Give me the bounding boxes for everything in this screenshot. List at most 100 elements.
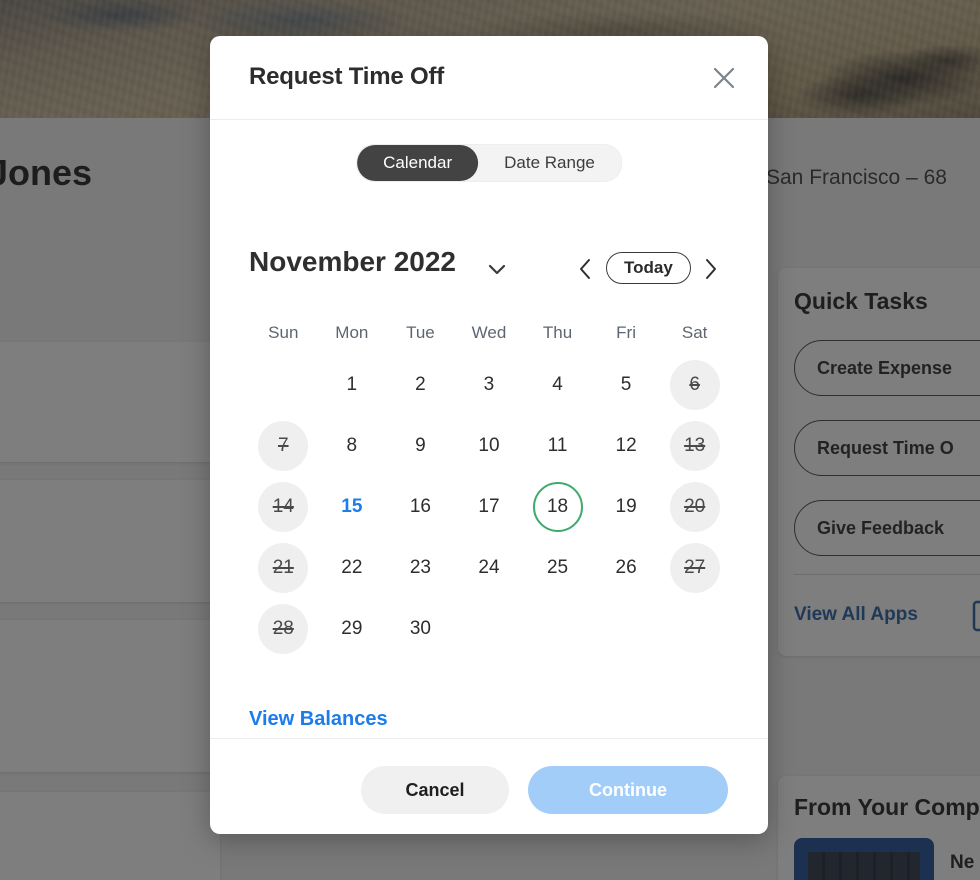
weekday-label-tue: Tue (406, 323, 435, 342)
chevron-left-icon[interactable] (568, 250, 602, 288)
calendar-day-5[interactable]: 5 (601, 360, 651, 410)
calendar-week-row: 7 8 9 10 11 12 13 (249, 415, 729, 476)
calendar-day-30[interactable]: 30 (395, 604, 445, 654)
calendar-day-24[interactable]: 24 (464, 543, 514, 593)
tab-date-range[interactable]: Date Range (478, 145, 621, 181)
calendar-cell: 10 (455, 415, 524, 476)
calendar-week-row: 123456 (249, 354, 729, 415)
calendar-day-25[interactable]: 25 (533, 543, 583, 593)
calendar-cell: 7 (249, 415, 318, 476)
view-balances-link[interactable]: View Balances (249, 708, 388, 731)
calendar-cell: 5 (592, 354, 661, 415)
calendar-cell: 2 (386, 354, 455, 415)
calendar-weeks: 1 2 3 4 5 6 7 8 9 10 11 12 13 14 15 16 17 18 19 20 21 22 23 24 2… (249, 354, 729, 659)
calendar-day-6[interactable]: 6 (669, 359, 720, 410)
tab-calendar[interactable]: Calendar (357, 145, 479, 181)
calendar-cell: 13 (660, 415, 729, 476)
calendar-cell (592, 598, 661, 659)
calendar-cell: 11 (523, 415, 592, 476)
calendar-day-18[interactable]: 18 (532, 481, 583, 532)
calendar-cell: 23 (386, 537, 455, 598)
calendar-cell: 24 (455, 537, 524, 598)
chevron-right-icon[interactable] (694, 250, 728, 288)
calendar-cell: 30 (386, 598, 455, 659)
calendar-day-19[interactable]: 19 (601, 482, 651, 532)
weekday-label-wed: Wed (471, 323, 507, 342)
calendar-weekday-header: Sun Mon Tue Wed Thu Fri Sat (249, 312, 729, 354)
calendar-day-empty (670, 604, 720, 654)
close-icon[interactable] (706, 60, 742, 96)
calendar-cell: 22 (318, 537, 387, 598)
screen: sha Jones San Francisco – 68 dback: Andr… (0, 0, 980, 880)
calendar-day-empty (464, 604, 514, 654)
continue-button[interactable]: Continue (528, 766, 728, 814)
calendar-cell: 17 (455, 476, 524, 537)
request-time-off-modal: Request Time Off Calendar Date Range Nov… (210, 36, 768, 834)
modal-footer: Cancel Continue (210, 738, 768, 834)
calendar-cell (455, 598, 524, 659)
calendar-cell: 21 (249, 537, 318, 598)
calendar-day-20[interactable]: 20 (669, 481, 720, 532)
calendar-day-11[interactable]: 11 (533, 421, 583, 471)
calendar-day-8[interactable]: 8 (327, 421, 377, 471)
month-navigation: November 2022 Today (210, 232, 768, 302)
calendar-cell: 3 (455, 354, 524, 415)
calendar-week-row: 21 22 23 24 25 26 27 (249, 537, 729, 598)
current-month-label: November 2022 (249, 246, 457, 277)
chevron-down-icon[interactable] (482, 254, 512, 284)
calendar-day-3[interactable]: 3 (464, 360, 514, 410)
page-title: Request Time Off (249, 63, 445, 90)
calendar-cell: 6 (660, 354, 729, 415)
calendar-cell: 1 (318, 354, 387, 415)
calendar-day-7[interactable]: 7 (258, 420, 309, 471)
calendar-day-15[interactable]: 15 (327, 482, 377, 532)
calendar-day-21[interactable]: 21 (258, 542, 309, 593)
calendar-cell (523, 598, 592, 659)
weekday-label-mon: Mon (335, 323, 369, 342)
calendar-cell: 18 (523, 476, 592, 537)
calendar-day-empty (258, 360, 308, 410)
calendar-day-4[interactable]: 4 (533, 360, 583, 410)
weekday-label-sun: Sun (268, 323, 299, 342)
calendar-cell: 15 (318, 476, 387, 537)
view-mode-segmented-control: Calendar Date Range (356, 144, 622, 182)
calendar-cell: 12 (592, 415, 661, 476)
calendar-day-17[interactable]: 17 (464, 482, 514, 532)
calendar-day-9[interactable]: 9 (395, 421, 445, 471)
today-button[interactable]: Today (606, 252, 691, 284)
calendar-week-row: 14 15 16 17 18 19 20 (249, 476, 729, 537)
calendar-day-16[interactable]: 16 (395, 482, 445, 532)
calendar-day-10[interactable]: 10 (464, 421, 514, 471)
calendar-cell: 14 (249, 476, 318, 537)
calendar-day-empty (533, 604, 583, 654)
weekday-label-fri: Fri (616, 323, 636, 342)
calendar-day-23[interactable]: 23 (395, 543, 445, 593)
weekday-label-thu: Thu (542, 323, 573, 342)
calendar-week-row: 28 29 30 (249, 598, 729, 659)
calendar-day-empty (601, 604, 651, 654)
calendar-cell: 9 (386, 415, 455, 476)
weekday-label-sat: Sat (681, 323, 708, 342)
calendar-cell: 19 (592, 476, 661, 537)
calendar-cell: 20 (660, 476, 729, 537)
calendar-cell: 16 (386, 476, 455, 537)
calendar-cell: 26 (592, 537, 661, 598)
calendar-day-13[interactable]: 13 (669, 420, 720, 471)
calendar-day-2[interactable]: 2 (395, 360, 445, 410)
calendar-day-14[interactable]: 14 (258, 481, 309, 532)
cancel-button[interactable]: Cancel (361, 766, 509, 814)
calendar-day-28[interactable]: 28 (258, 603, 309, 654)
calendar-cell: 29 (318, 598, 387, 659)
calendar-day-12[interactable]: 12 (601, 421, 651, 471)
calendar-day-1[interactable]: 1 (327, 360, 377, 410)
calendar-cell: 25 (523, 537, 592, 598)
calendar-day-26[interactable]: 26 (601, 543, 651, 593)
calendar-day-27[interactable]: 27 (669, 542, 720, 593)
calendar-cell: 28 (249, 598, 318, 659)
calendar-cell: 27 (660, 537, 729, 598)
calendar-cell (660, 598, 729, 659)
calendar-grid: Sun Mon Tue Wed Thu Fri Sat 1 2 3 4 5 6 7 8 9 10 11 12 13 1… (249, 312, 729, 659)
calendar-cell: 4 (523, 354, 592, 415)
calendar-day-29[interactable]: 29 (327, 604, 377, 654)
calendar-day-22[interactable]: 22 (327, 543, 377, 593)
